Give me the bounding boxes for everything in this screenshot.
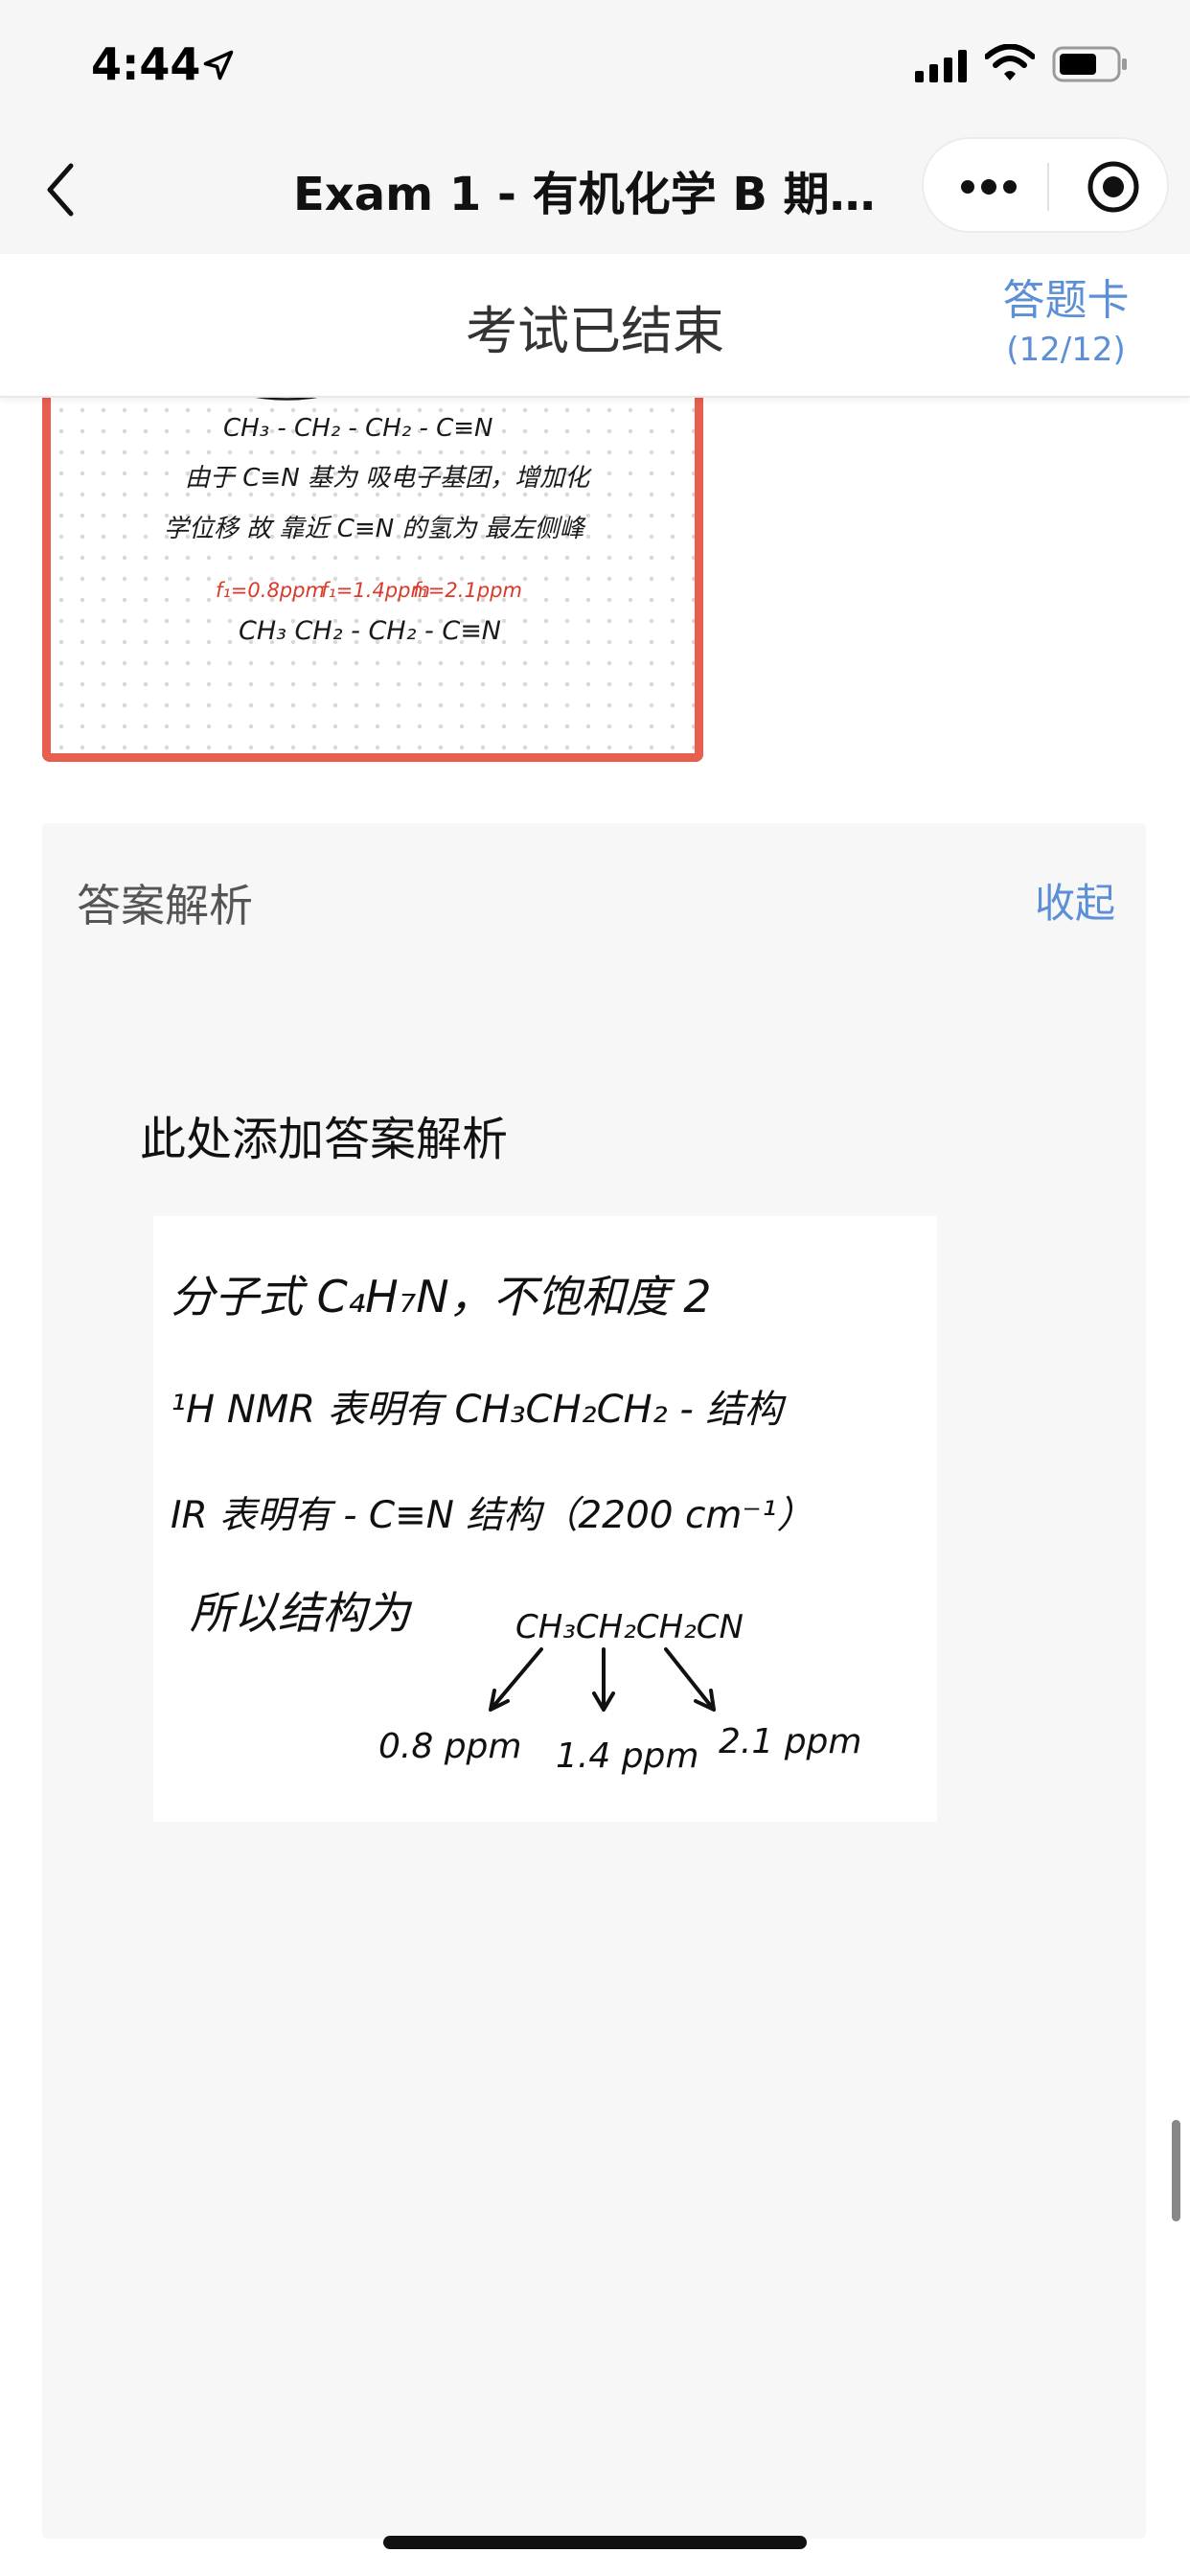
answer-card-label: 答题卡 bbox=[1002, 276, 1130, 325]
top-bar: 4:44 Exam 1 - 有机化学 B 期中… bbox=[0, 0, 1190, 254]
exam-header: 考试已结束 答题卡 (12/12) bbox=[0, 254, 1190, 398]
shift-arrows bbox=[489, 1647, 716, 1712]
answer-analysis-panel: 答案解析 收起 此处添加答案解析 分子式 C₄H₇N，不饱和度 2 ¹H NMR… bbox=[42, 823, 1146, 2539]
navigation-bar: Exam 1 - 有机化学 B 期中… bbox=[0, 129, 1190, 254]
analysis-placeholder: 此处添加答案解析 bbox=[140, 1113, 509, 1166]
answer-card-button[interactable]: 答题卡 (12/12) bbox=[973, 265, 1159, 369]
mini-program-capsule bbox=[922, 137, 1169, 233]
shift-arrow-left bbox=[489, 1647, 543, 1712]
analysis-line-1: 分子式 C₄H₇N，不饱和度 2 bbox=[171, 1271, 712, 1322]
shift-label-2: 1.4 ppm bbox=[556, 1736, 698, 1776]
analysis-line-4-prefix: 所以结构为 bbox=[190, 1587, 413, 1639]
target-icon[interactable] bbox=[1087, 160, 1140, 214]
capsule-divider bbox=[1047, 163, 1049, 211]
scrollbar[interactable] bbox=[1172, 2120, 1180, 2221]
answer-card-count: (12/12) bbox=[1006, 331, 1126, 369]
wifi-icon bbox=[985, 44, 1035, 80]
student-handwriting: CH₃ - CH₂ - CH₂ - C≡N 由于 C≡N 基为 吸电子基团，增加… bbox=[155, 384, 592, 646]
analysis-handwriting: 分子式 C₄H₇N，不饱和度 2 ¹H NMR 表明有 CH₃CH₂CH₂ - … bbox=[171, 1271, 861, 1776]
analysis-answer-image[interactable]: 分子式 C₄H₇N，不饱和度 2 ¹H NMR 表明有 CH₃CH₂CH₂ - … bbox=[153, 1216, 937, 1822]
home-indicator[interactable] bbox=[383, 2536, 807, 2549]
content-area: CH₃ - CH₂ - CH₂ - C≡N 由于 C≡N 基为 吸电子基团，增加… bbox=[0, 379, 1190, 2576]
collapse-button[interactable]: 收起 bbox=[1035, 871, 1115, 930]
analysis-title: 答案解析 bbox=[77, 880, 253, 932]
more-dots-icon[interactable] bbox=[960, 177, 1018, 196]
shift-label-1: 0.8 ppm bbox=[378, 1727, 521, 1766]
analysis-line-2: ¹H NMR 表明有 CH₃CH₂CH₂ - 结构 bbox=[171, 1388, 787, 1432]
page-title: Exam 1 - 有机化学 B 期中… bbox=[293, 168, 906, 221]
shift-arrow-center bbox=[592, 1647, 615, 1712]
shift-arrow-right bbox=[664, 1647, 716, 1712]
student-line-4: CH₃ CH₂ - CH₂ - C≡N bbox=[239, 616, 501, 646]
student-annotation-3: f₁=2.1ppm bbox=[413, 579, 522, 602]
location-arrow-icon bbox=[203, 50, 234, 80]
signal-icon bbox=[915, 50, 967, 82]
student-line-2: 由于 C≡N 基为 吸电子基团，增加化 bbox=[185, 464, 592, 493]
analysis-line-4-formula: CH₃CH₂CH₂CN bbox=[515, 1608, 744, 1646]
shift-label-3: 2.1 ppm bbox=[719, 1722, 861, 1761]
student-line-1: CH₃ - CH₂ - CH₂ - C≡N bbox=[223, 414, 493, 443]
analysis-line-3: IR 表明有 - C≡N 结构（2200 cm⁻¹） bbox=[171, 1494, 814, 1537]
status-bar: 4:44 bbox=[0, 0, 1190, 129]
student-line-3: 学位移 故 靠近 C≡N 的氢为 最左侧峰 bbox=[164, 515, 586, 543]
battery-icon bbox=[1052, 46, 1127, 82]
back-chevron-icon[interactable] bbox=[38, 156, 86, 223]
student-annotation-1: f₁=0.8ppm bbox=[216, 579, 325, 602]
student-answer-image[interactable]: CH₃ - CH₂ - CH₂ - C≡N 由于 C≡N 基为 吸电子基团，增加… bbox=[42, 379, 703, 762]
status-time: 4:44 bbox=[91, 38, 201, 90]
